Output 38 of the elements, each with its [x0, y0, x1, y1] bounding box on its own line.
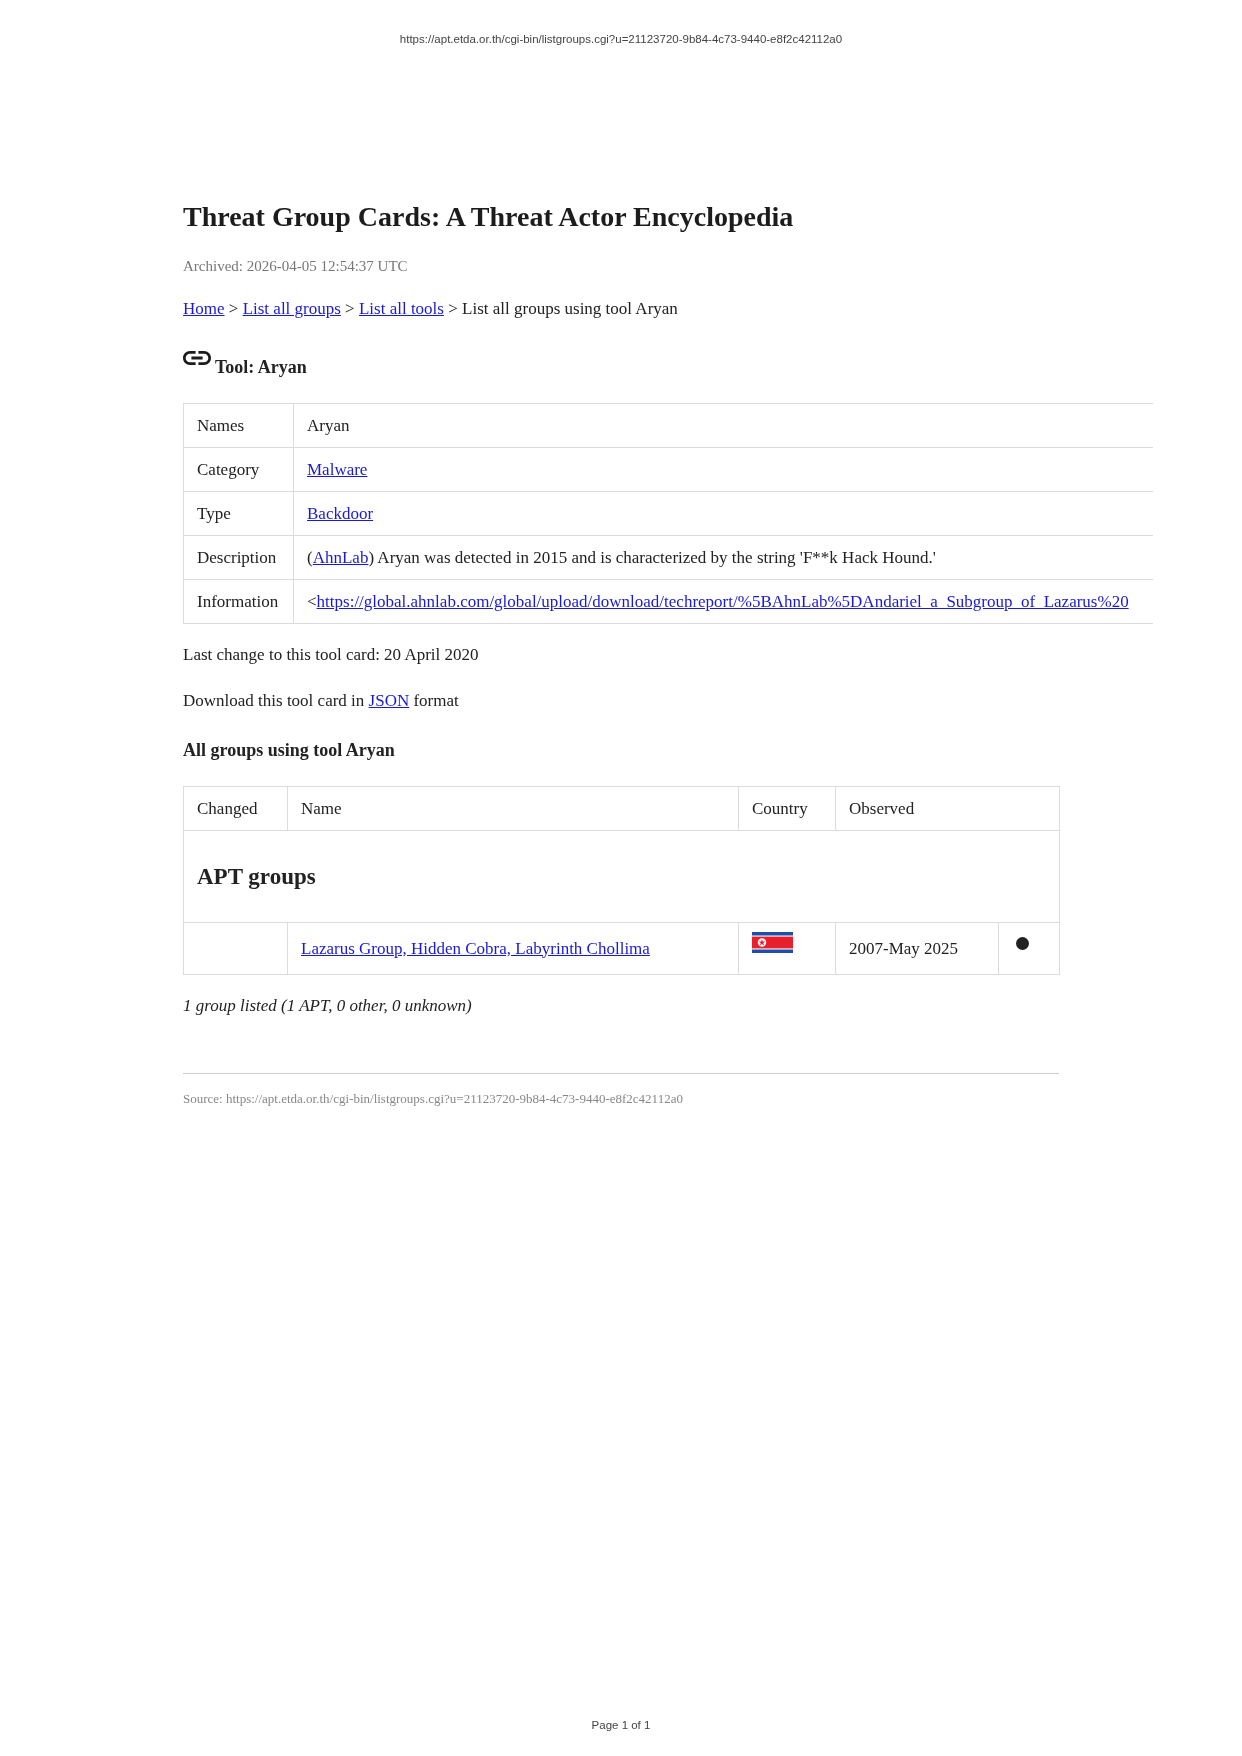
column-header: Changed — [197, 798, 258, 818]
page-url-header: https://apt.etda.or.th/cgi-bin/listgroups.cgi?u=21123720-9b84-4c73-9440-e8f2c42112a0 — [399, 33, 843, 45]
breadcrumb-separator: > — [228, 299, 239, 318]
page-number: Page 1 of 1 — [591, 1719, 651, 1731]
column-header: Name — [301, 798, 342, 818]
field-value-link[interactable]: Backdoor — [307, 503, 374, 523]
groups-summary: 1 group listed (1 APT, 0 other, 0 unknown) — [183, 996, 472, 1015]
field-value-link[interactable]: Malware — [307, 459, 368, 479]
field-label: Description — [197, 547, 277, 567]
observed-period: 2007-May 2025 — [849, 938, 959, 958]
breadcrumb-link[interactable]: List all tools — [358, 299, 444, 318]
field-value: (AhnLab) Aryan was detected in 2015 and is characterized by the string 'F**k Hack Hound.' — [307, 547, 936, 567]
field-value: Aryan — [307, 415, 350, 435]
breadcrumb-link[interactable]: Home — [183, 299, 225, 318]
archived-timestamp: Archived: 2026-04-05 12:54:37 UTC — [183, 258, 408, 274]
breadcrumb-link[interactable]: List all groups — [242, 299, 341, 318]
field-label: Type — [197, 503, 231, 523]
download-note: Download this tool card in JSON format — [183, 691, 459, 710]
group-section-heading: APT groups — [197, 863, 316, 889]
field-link[interactable]: https://global.ahnlab.com/global/upload/download/techreport/%5BAhnLab%5DAndariel_a_Subgroup_of_Lazarus%20 — [316, 591, 1129, 611]
breadcrumb-current: List all groups using tool Aryan — [462, 299, 678, 318]
column-header: Country — [752, 798, 808, 818]
last-change-note: Last change to this tool card: 20 April 2020 — [183, 645, 479, 664]
field-label: Category — [197, 459, 260, 479]
field-link[interactable]: AhnLab — [312, 547, 369, 567]
breadcrumb-separator: > — [345, 299, 355, 318]
field-value: <https://global.ahnlab.com/global/upload/download/techreport/%5BAhnLab%5DAndariel_a_Subgroup_of_Lazarus%20 — [307, 591, 1129, 611]
column-header: Observed — [849, 798, 915, 818]
chain-link-icon — [183, 351, 211, 365]
breadcrumb-separator: > — [448, 299, 458, 318]
section-heading: All groups using tool Aryan — [183, 740, 395, 760]
source-url: Source: https://apt.etda.or.th/cgi-bin/listgroups.cgi?u=21123720-9b84-4c73-9440-e8f2c42112a0 — [183, 1091, 683, 1106]
page-title: Threat Group Cards: A Threat Actor Encyclopedia — [183, 200, 795, 234]
download-link[interactable]: JSON — [368, 691, 410, 710]
field-label: Information — [197, 591, 279, 611]
flag-icon — [752, 932, 793, 953]
field-label: Names — [197, 415, 245, 435]
section-heading: Tool: Aryan — [215, 356, 307, 379]
